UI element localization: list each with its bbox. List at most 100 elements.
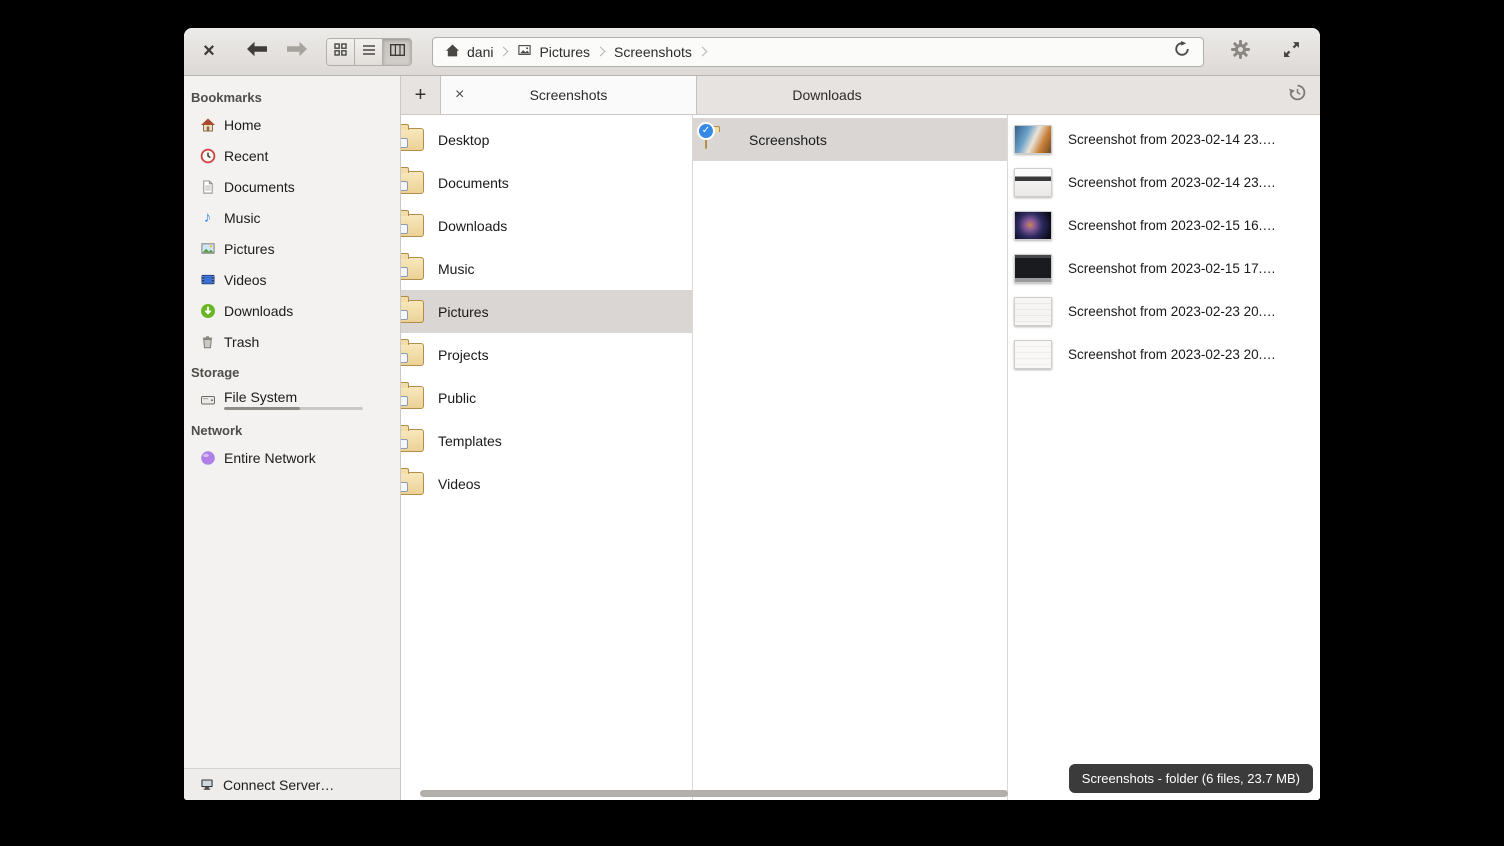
- tab-close-icon[interactable]: ×: [455, 87, 464, 103]
- window-close-button[interactable]: ×: [196, 39, 222, 65]
- sidebar-spacer: [184, 473, 400, 768]
- forward-button[interactable]: [286, 41, 308, 62]
- tabbar-spacer: [957, 76, 1274, 114]
- file-manager-window: × dani: [184, 28, 1320, 800]
- column-view-button[interactable]: [383, 39, 411, 65]
- history-icon: [1289, 84, 1306, 106]
- file-row[interactable]: Screenshot from 2023-02-14 23.…: [1008, 161, 1320, 204]
- grid-view-icon: [334, 43, 347, 61]
- back-button[interactable]: [246, 41, 268, 62]
- connect-server-button[interactable]: Connect Server…: [184, 768, 400, 800]
- fullscreen-button[interactable]: [1278, 39, 1304, 65]
- sidebar-item-videos[interactable]: Videos: [184, 264, 400, 295]
- folder-row-screenshots[interactable]: ✓ Screenshots: [693, 118, 1007, 161]
- navigation-buttons: [246, 41, 308, 62]
- folder-row-desktop[interactable]: Desktop: [401, 118, 692, 161]
- breadcrumb-separator-icon: [499, 47, 509, 57]
- breadcrumb-home[interactable]: dani: [442, 43, 496, 61]
- breadcrumb-screenshots[interactable]: Screenshots: [611, 44, 695, 60]
- file-row[interactable]: Screenshot from 2023-02-14 23.…: [1008, 118, 1320, 161]
- tab-bar: + × Screenshots Downloads: [401, 76, 1320, 115]
- file-thumbnail: [1014, 211, 1052, 240]
- folder-row-pictures[interactable]: Pictures: [401, 290, 692, 333]
- folder-emblem-icon: [401, 181, 408, 191]
- folder-icon: [401, 343, 424, 366]
- sidebar-item-pictures[interactable]: Pictures: [184, 233, 400, 264]
- folder-row-videos[interactable]: Videos: [401, 462, 692, 505]
- sidebar-item-label: Videos: [224, 272, 267, 288]
- gear-icon: [1230, 39, 1251, 65]
- status-tooltip: Screenshots - folder (6 files, 23.7 MB): [1069, 764, 1313, 793]
- pictures-icon: [517, 43, 532, 60]
- list-view-button[interactable]: [355, 39, 383, 65]
- column-pictures-contents: ✓ Screenshots: [693, 115, 1008, 800]
- plus-icon: +: [415, 84, 427, 107]
- photo-icon: [199, 240, 216, 257]
- sidebar-item-label: Trash: [224, 334, 259, 350]
- sidebar-item-label: Entire Network: [224, 450, 316, 466]
- sidebar-item-documents[interactable]: Documents: [184, 171, 400, 202]
- file-row[interactable]: Screenshot from 2023-02-15 16.…: [1008, 204, 1320, 247]
- network-globe-icon: [199, 449, 216, 466]
- folder-icon: [401, 128, 424, 151]
- new-tab-button[interactable]: +: [401, 76, 440, 114]
- sidebar-item-label: Home: [224, 117, 261, 133]
- window-body: Bookmarks Home Recent Documents ♪ Music …: [184, 76, 1320, 800]
- tab-label: Screenshots: [530, 87, 608, 103]
- refresh-icon: [1174, 41, 1190, 62]
- breadcrumb-pictures[interactable]: Pictures: [514, 43, 593, 60]
- folder-emblem-icon: [401, 138, 408, 148]
- folder-emblem-icon: [401, 482, 408, 492]
- folder-row-projects[interactable]: Projects: [401, 333, 692, 376]
- sidebar-item-downloads[interactable]: Downloads: [184, 295, 400, 326]
- sidebar-item-recent[interactable]: Recent: [184, 140, 400, 171]
- back-arrow-icon: [246, 41, 268, 62]
- breadcrumb-separator-icon: [596, 47, 606, 57]
- sidebar-item-label: Pictures: [224, 241, 275, 257]
- file-row[interactable]: Screenshot from 2023-02-15 17.…: [1008, 247, 1320, 290]
- view-mode-switcher: [326, 38, 412, 66]
- folder-icon: [401, 214, 424, 237]
- folder-icon: [401, 171, 424, 194]
- close-icon: ×: [203, 40, 215, 63]
- file-row[interactable]: Screenshot from 2023-02-23 20.…: [1008, 333, 1320, 376]
- sidebar-item-music[interactable]: ♪ Music: [184, 202, 400, 233]
- folder-row-public[interactable]: Public: [401, 376, 692, 419]
- folder-row-documents[interactable]: Documents: [401, 161, 692, 204]
- grid-view-button[interactable]: [327, 39, 355, 65]
- column-home-folders: Desktop Documents Downloads Music: [401, 115, 693, 800]
- folder-icon-wrap: ✓: [705, 131, 735, 149]
- sidebar-item-home[interactable]: Home: [184, 109, 400, 140]
- download-icon: [199, 302, 216, 319]
- refresh-button[interactable]: [1170, 40, 1194, 64]
- sidebar-item-trash[interactable]: Trash: [184, 326, 400, 357]
- sidebar-item-label: Recent: [224, 148, 268, 164]
- path-bar[interactable]: dani Pictures Screenshots: [432, 37, 1204, 67]
- file-thumbnail: [1014, 297, 1052, 326]
- trash-icon: [199, 333, 216, 350]
- folder-emblem-icon: [401, 439, 408, 449]
- folder-icon: [401, 472, 424, 495]
- tab-screenshots[interactable]: × Screenshots: [440, 76, 697, 114]
- sidebar-item-file-system[interactable]: File System: [184, 384, 400, 415]
- file-row[interactable]: Screenshot from 2023-02-23 20.…: [1008, 290, 1320, 333]
- breadcrumb-label: dani: [467, 44, 493, 60]
- horizontal-scrollbar[interactable]: [420, 790, 1008, 797]
- folder-row-downloads[interactable]: Downloads: [401, 204, 692, 247]
- folder-icon: [401, 429, 424, 452]
- home-icon: [445, 43, 460, 61]
- breadcrumb-label: Pictures: [539, 44, 590, 60]
- sidebar-item-label: Downloads: [224, 303, 293, 319]
- tab-downloads[interactable]: Downloads: [697, 76, 957, 114]
- sidebar-item-entire-network[interactable]: Entire Network: [184, 442, 400, 473]
- document-icon: [199, 178, 216, 195]
- disk-usage-fill: [224, 407, 300, 410]
- folder-row-music[interactable]: Music: [401, 247, 692, 290]
- settings-button[interactable]: [1226, 38, 1254, 66]
- sidebar-item-label: File System: [224, 389, 363, 405]
- tab-history-button[interactable]: [1274, 76, 1320, 114]
- file-thumbnail: [1014, 340, 1052, 369]
- folder-row-templates[interactable]: Templates: [401, 419, 692, 462]
- file-thumbnail: [1014, 125, 1052, 154]
- folder-emblem-icon: [401, 353, 408, 363]
